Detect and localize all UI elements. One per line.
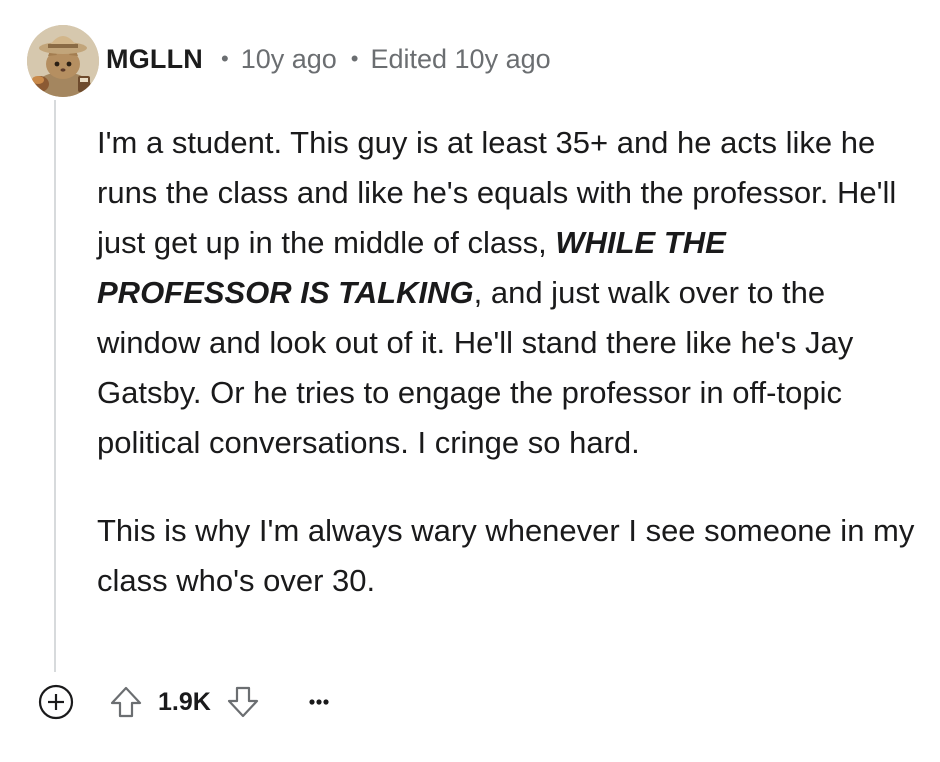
meta-separator: • (350, 46, 359, 71)
comment-header: MGLLN • 10y ago • Edited 10y ago (106, 36, 551, 82)
thread-line[interactable] (54, 100, 56, 672)
author-username[interactable]: MGLLN (106, 44, 203, 75)
paragraph-text: I'm a student. This guy is at least 35+ … (97, 125, 897, 260)
comment-body: I'm a student. This guy is at least 35+ … (97, 118, 917, 606)
comment-card: MGLLN • 10y ago • Edited 10y ago I'm a s… (0, 0, 940, 762)
meta-separator: • (220, 46, 229, 71)
comment-paragraph: This is why I'm always wary whenever I s… (97, 513, 915, 598)
arrow-down-icon[interactable] (225, 684, 261, 720)
edited-label: Edited 10y ago (370, 43, 551, 74)
comment-actions: 1.9K (34, 680, 337, 724)
comment-paragraph: I'm a student. This guy is at least 35+ … (97, 118, 917, 468)
comment-age[interactable]: 10y ago (241, 44, 337, 75)
plus-circle-icon[interactable] (34, 680, 78, 724)
ellipsis-icon[interactable] (301, 684, 337, 720)
vote-score: 1.9K (158, 687, 211, 716)
cat-avatar-icon (27, 25, 99, 97)
arrow-up-icon[interactable] (108, 684, 144, 720)
avatar[interactable] (26, 18, 100, 98)
